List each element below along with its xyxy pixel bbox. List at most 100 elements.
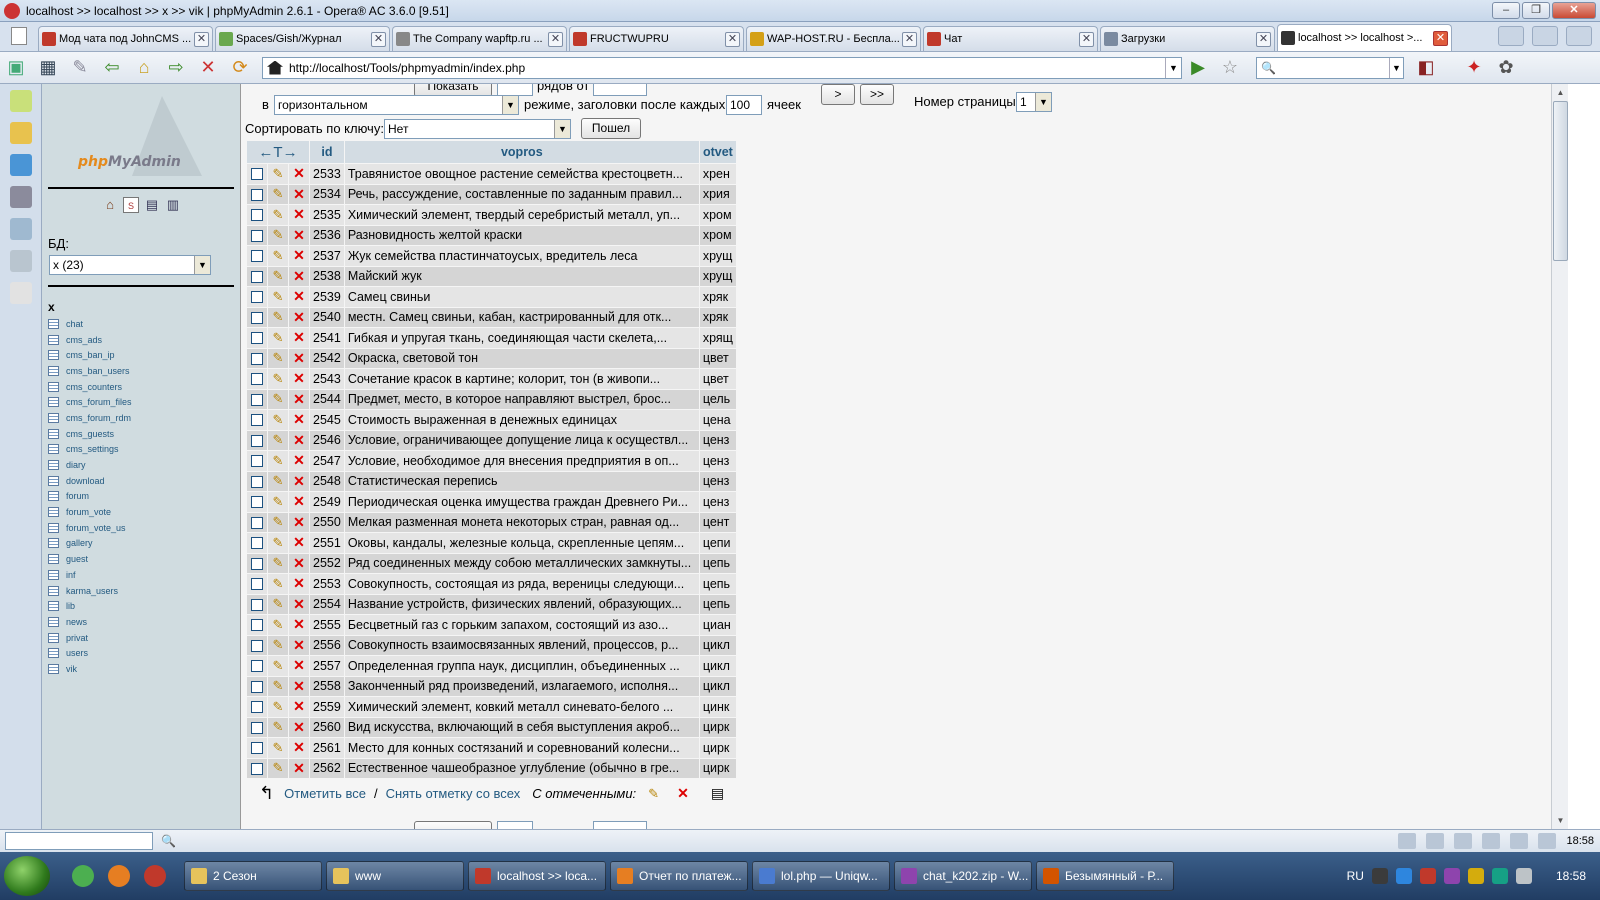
close-tab-icon[interactable]: ✕ [371,31,386,47]
stop-icon[interactable]: ✕ [196,57,220,79]
table-icon[interactable] [48,507,59,518]
edit-row-icon[interactable]: ✎ [273,719,284,734]
taskbar-button[interactable]: localhost >> loca... [468,861,606,891]
edit-row-icon[interactable]: ✎ [273,166,284,181]
edit-icon[interactable]: ✎ [68,57,92,79]
table-name[interactable]: vik [66,664,77,674]
close-tab-icon[interactable]: ✕ [194,31,209,47]
table-icon[interactable] [48,663,59,674]
table-icon[interactable] [48,318,59,329]
edit-row-icon[interactable]: ✎ [273,596,284,611]
sidebar-table-item[interactable]: guest [48,551,132,567]
panel-history-icon[interactable] [9,218,32,240]
edit-row-icon[interactable]: ✎ [273,637,284,652]
browser-tab[interactable]: Spaces/Gish/Журнал ✕ [215,26,390,51]
chevron-down-icon[interactable]: ▼ [1389,57,1403,78]
clock[interactable]: 18:58 [1556,869,1586,883]
browser-tab[interactable]: The Company wapftp.ru ... ✕ [392,26,567,51]
delete-row-icon[interactable]: ✕ [293,760,305,776]
delete-row-icon[interactable]: ✕ [293,411,305,427]
query-window-icon[interactable]: ▤ [144,197,160,213]
delete-row-icon[interactable]: ✕ [293,350,305,366]
start-button[interactable] [4,856,50,896]
table-name[interactable]: download [66,476,105,486]
row-checkbox[interactable] [251,619,263,632]
scroll-up-icon[interactable]: ▲ [1552,84,1569,101]
bookmark-add-icon[interactable] [1498,26,1524,46]
quicklaunch-opera-icon[interactable] [144,865,166,887]
sidebar-table-item[interactable]: cms_ban_ip [48,347,132,363]
delete-row-icon[interactable]: ✕ [293,186,305,202]
sidebar-table-item[interactable]: vik [48,661,132,677]
table-name[interactable]: diary [66,460,86,470]
row-checkbox[interactable] [251,373,263,386]
row-checkbox[interactable] [251,311,263,324]
language-indicator[interactable]: RU [1347,869,1364,883]
edit-row-icon[interactable]: ✎ [273,453,284,468]
minimize-button[interactable]: – [1492,2,1520,19]
check-all-link[interactable]: Отметить все [284,786,366,801]
vertical-scrollbar[interactable]: ▲ ▼ [1551,84,1568,829]
tray-app-icon[interactable] [1467,868,1484,884]
database-select[interactable]: x (23) ▼ [49,255,211,275]
delete-row-icon[interactable]: ✕ [293,452,305,468]
delete-row-icon[interactable]: ✕ [293,698,305,714]
row-checkbox[interactable] [251,168,263,181]
row-checkbox[interactable] [251,414,263,427]
repeat-headers-input[interactable]: 100 [726,95,762,115]
browser-tab[interactable]: localhost >> localhost >... ✕ [1277,24,1452,51]
table-icon[interactable] [48,601,59,612]
sidebar-table-item[interactable]: forum [48,489,132,505]
table-icon[interactable] [48,554,59,565]
table-icon[interactable] [48,648,59,659]
row-checkbox[interactable] [251,393,263,406]
sidebar-table-item[interactable]: cms_guests [48,426,132,442]
table-icon[interactable] [48,585,59,596]
column-header-vopros[interactable]: vopros [344,141,699,163]
row-checkbox[interactable] [251,660,263,673]
speed-dial-icon[interactable] [1538,833,1557,849]
find-input[interactable] [5,832,153,850]
delete-row-icon[interactable]: ✕ [293,739,305,755]
close-tab-icon[interactable]: ✕ [725,31,740,47]
rows-count-input-bottom[interactable] [497,821,533,829]
row-checkbox[interactable] [251,209,263,222]
close-tab-icon[interactable]: ✕ [1256,31,1271,47]
edit-row-icon[interactable]: ✎ [273,350,284,365]
delete-row-icon[interactable]: ✕ [293,268,305,284]
row-checkbox[interactable] [251,352,263,365]
table-name[interactable]: cms_settings [66,444,119,454]
table-icon[interactable] [48,522,59,533]
taskbar-button[interactable]: Отчет по платеж... [610,861,748,891]
reload-icon[interactable]: ⟳ [228,57,252,79]
row-checkbox[interactable] [251,721,263,734]
delete-row-icon[interactable]: ✕ [293,596,305,612]
close-tab-icon[interactable]: ✕ [902,31,917,47]
table-name[interactable]: cms_forum_rdm [66,413,131,423]
taskbar-button[interactable]: Безымянный - Р... [1036,861,1174,891]
table-name[interactable]: cms_ads [66,335,102,345]
network-icon[interactable] [1482,833,1501,849]
row-checkbox[interactable] [251,537,263,550]
sidebar-table-item[interactable]: gallery [48,536,132,552]
delete-selected-icon[interactable]: ✕ [677,785,689,802]
quicklaunch-firefox-icon[interactable] [108,865,130,887]
close-window-button[interactable]: ✕ [1552,2,1596,19]
delete-row-icon[interactable]: ✕ [293,657,305,673]
maximize-button[interactable]: ❐ [1522,2,1550,19]
column-header-id[interactable]: id [310,141,344,163]
star-icon[interactable]: ☆ [1218,57,1242,79]
delete-row-icon[interactable]: ✕ [293,227,305,243]
sidebar-table-item[interactable]: download [48,473,132,489]
view-icon[interactable] [1398,833,1417,849]
home-icon[interactable]: ⌂ [102,197,118,213]
start-row-input-bottom[interactable] [593,821,647,829]
row-checkbox[interactable] [251,455,263,468]
forward-icon[interactable]: ⇨ [164,57,188,79]
table-icon[interactable] [48,491,59,502]
zoom-icon[interactable] [1510,833,1529,849]
delete-row-icon[interactable]: ✕ [293,719,305,735]
row-checkbox[interactable] [251,557,263,570]
table-name[interactable]: guest [66,554,88,564]
sidebar-table-item[interactable]: cms_forum_files [48,394,132,410]
